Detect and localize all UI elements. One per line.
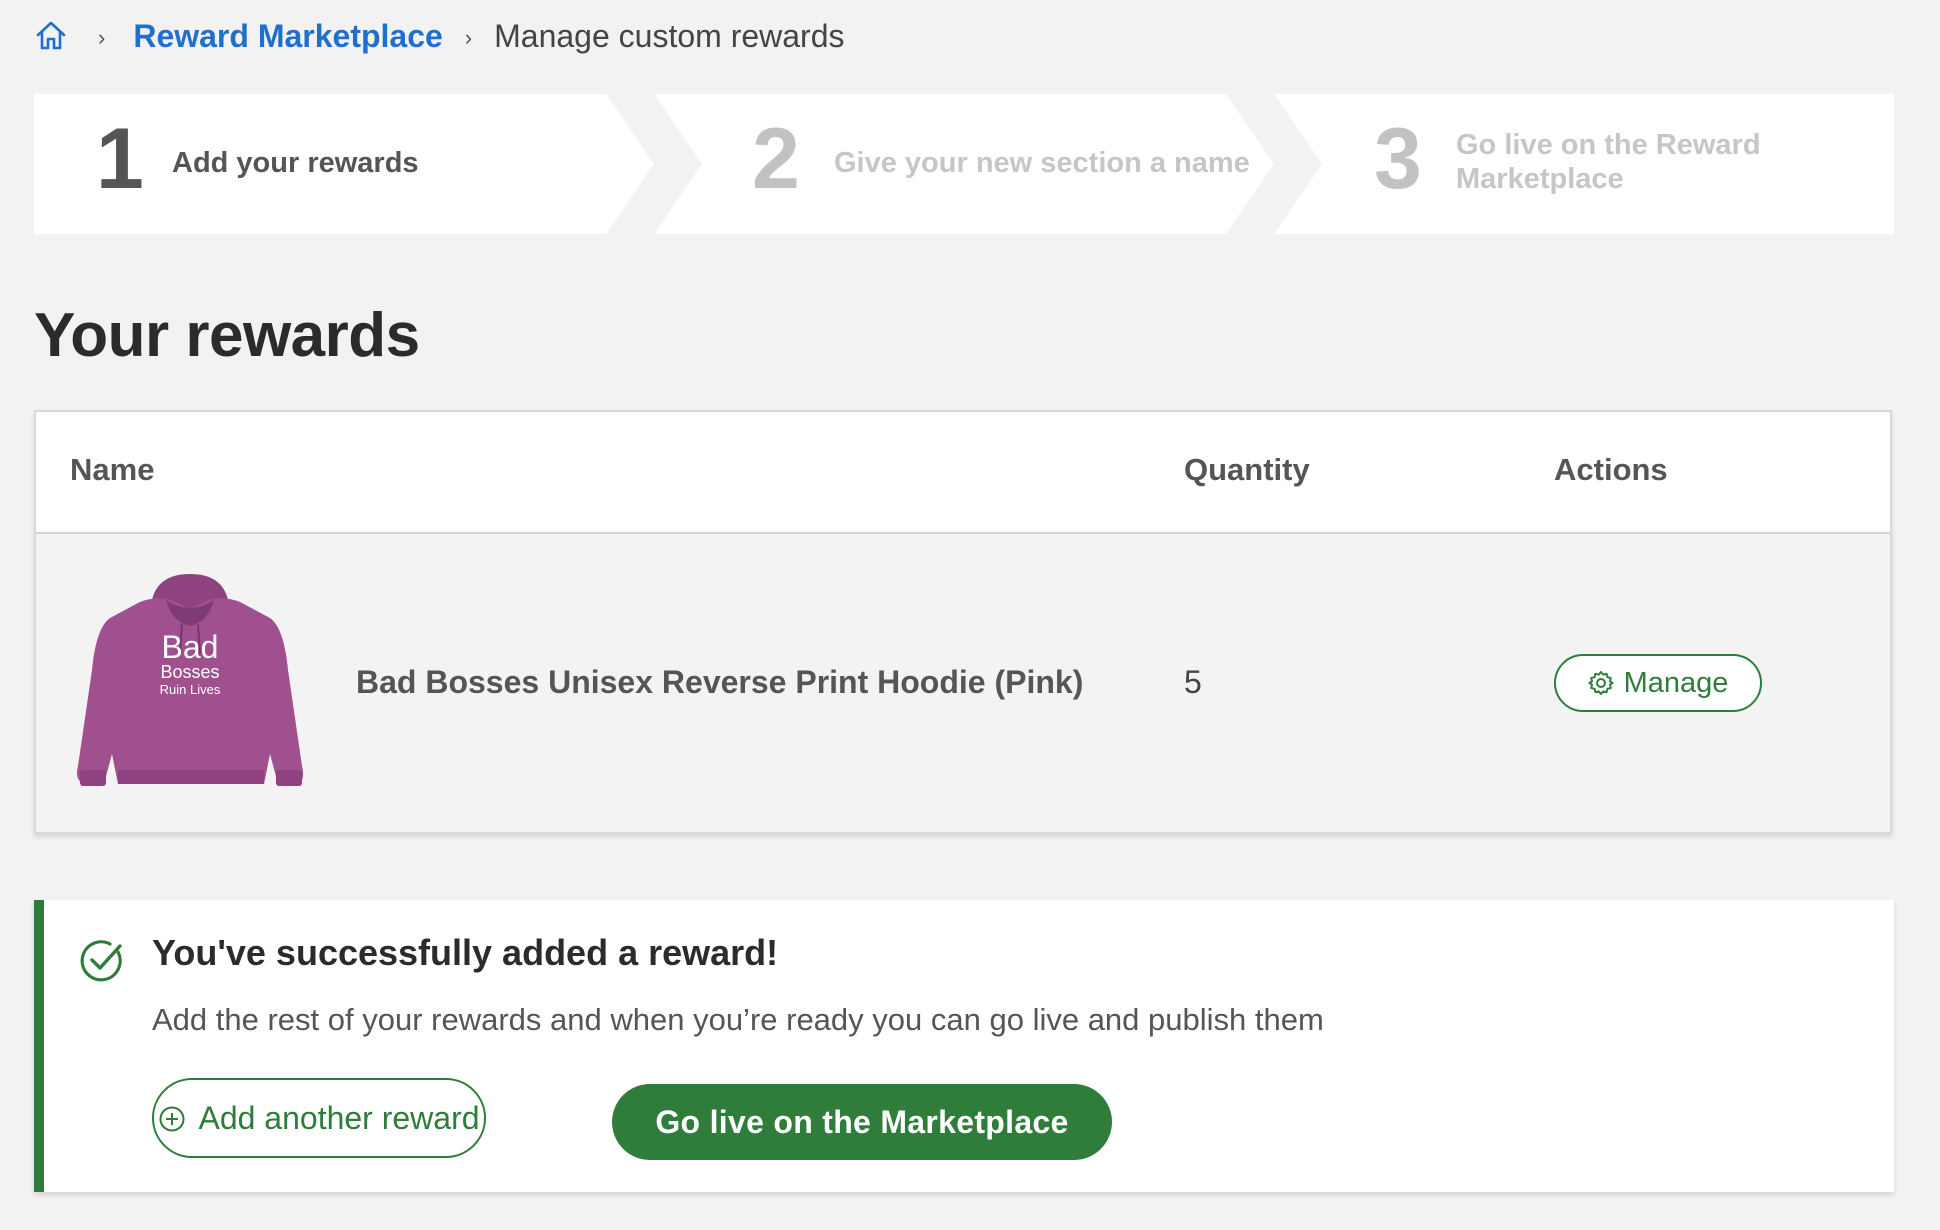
check-circle-icon (78, 936, 126, 984)
breadcrumb: › Reward Marketplace › Manage custom rew… (34, 16, 845, 56)
step-label: Give your new section a name (834, 147, 1250, 179)
breadcrumb-link-reward-marketplace[interactable]: Reward Marketplace (133, 18, 442, 55)
plus-circle-icon (158, 1104, 186, 1132)
gear-icon (1587, 670, 1614, 696)
breadcrumb-separator: › (98, 25, 106, 50)
table-header: Name Quantity Actions (36, 412, 1890, 534)
column-header-quantity: Quantity (1184, 452, 1310, 487)
progress-stepper: 1 Add your rewards 2 Give your new secti… (34, 94, 1894, 234)
add-another-reward-label: Add another reward (198, 1099, 480, 1136)
hoodie-print-line-3: Ruin Lives (160, 682, 221, 697)
success-title: You've successfully added a reward! (152, 932, 779, 973)
step-go-live: 3 Go live on the Reward Marketplace (1274, 94, 1894, 234)
column-header-name: Name (70, 452, 155, 487)
step-number: 2 (752, 111, 800, 207)
column-header-actions: Actions (1554, 452, 1668, 487)
page-title: Your rewards (34, 301, 420, 370)
rewards-table: Name Quantity Actions Bad Bosses Ruin Li… (34, 410, 1892, 834)
step-number: 1 (96, 111, 144, 207)
breadcrumb-separator: › (464, 25, 473, 50)
add-another-reward-button[interactable]: Add another reward (152, 1078, 486, 1158)
manage-button-label: Manage (1623, 666, 1729, 699)
step-name-section: 2 Give your new section a name (654, 94, 1274, 234)
success-notification: You've successfully added a reward! Add … (34, 900, 1894, 1192)
reward-quantity: 5 (1184, 664, 1202, 700)
breadcrumb-current: Manage custom rewards (494, 17, 845, 54)
hoodie-print-line-1: Bad (162, 629, 219, 665)
hoodie-thumbnail: Bad Bosses Ruin Lives (70, 570, 310, 796)
success-message: Add the rest of your rewards and when yo… (152, 1002, 1324, 1037)
step-number: 3 (1374, 111, 1422, 207)
home-icon[interactable] (34, 19, 68, 53)
table-row: Bad Bosses Ruin Lives Bad Bosses Unisex … (36, 534, 1890, 832)
go-live-button[interactable]: Go live on the Marketplace (612, 1084, 1112, 1160)
step-add-rewards: 1 Add your rewards (34, 94, 654, 234)
reward-name: Bad Bosses Unisex Reverse Print Hoodie (… (356, 664, 1084, 700)
hoodie-print-line-2: Bosses (160, 662, 219, 682)
step-label: Go live on the Reward Marketplace (1456, 129, 1761, 195)
manage-button[interactable]: Manage (1554, 654, 1762, 712)
step-label: Add your rewards (172, 147, 419, 179)
